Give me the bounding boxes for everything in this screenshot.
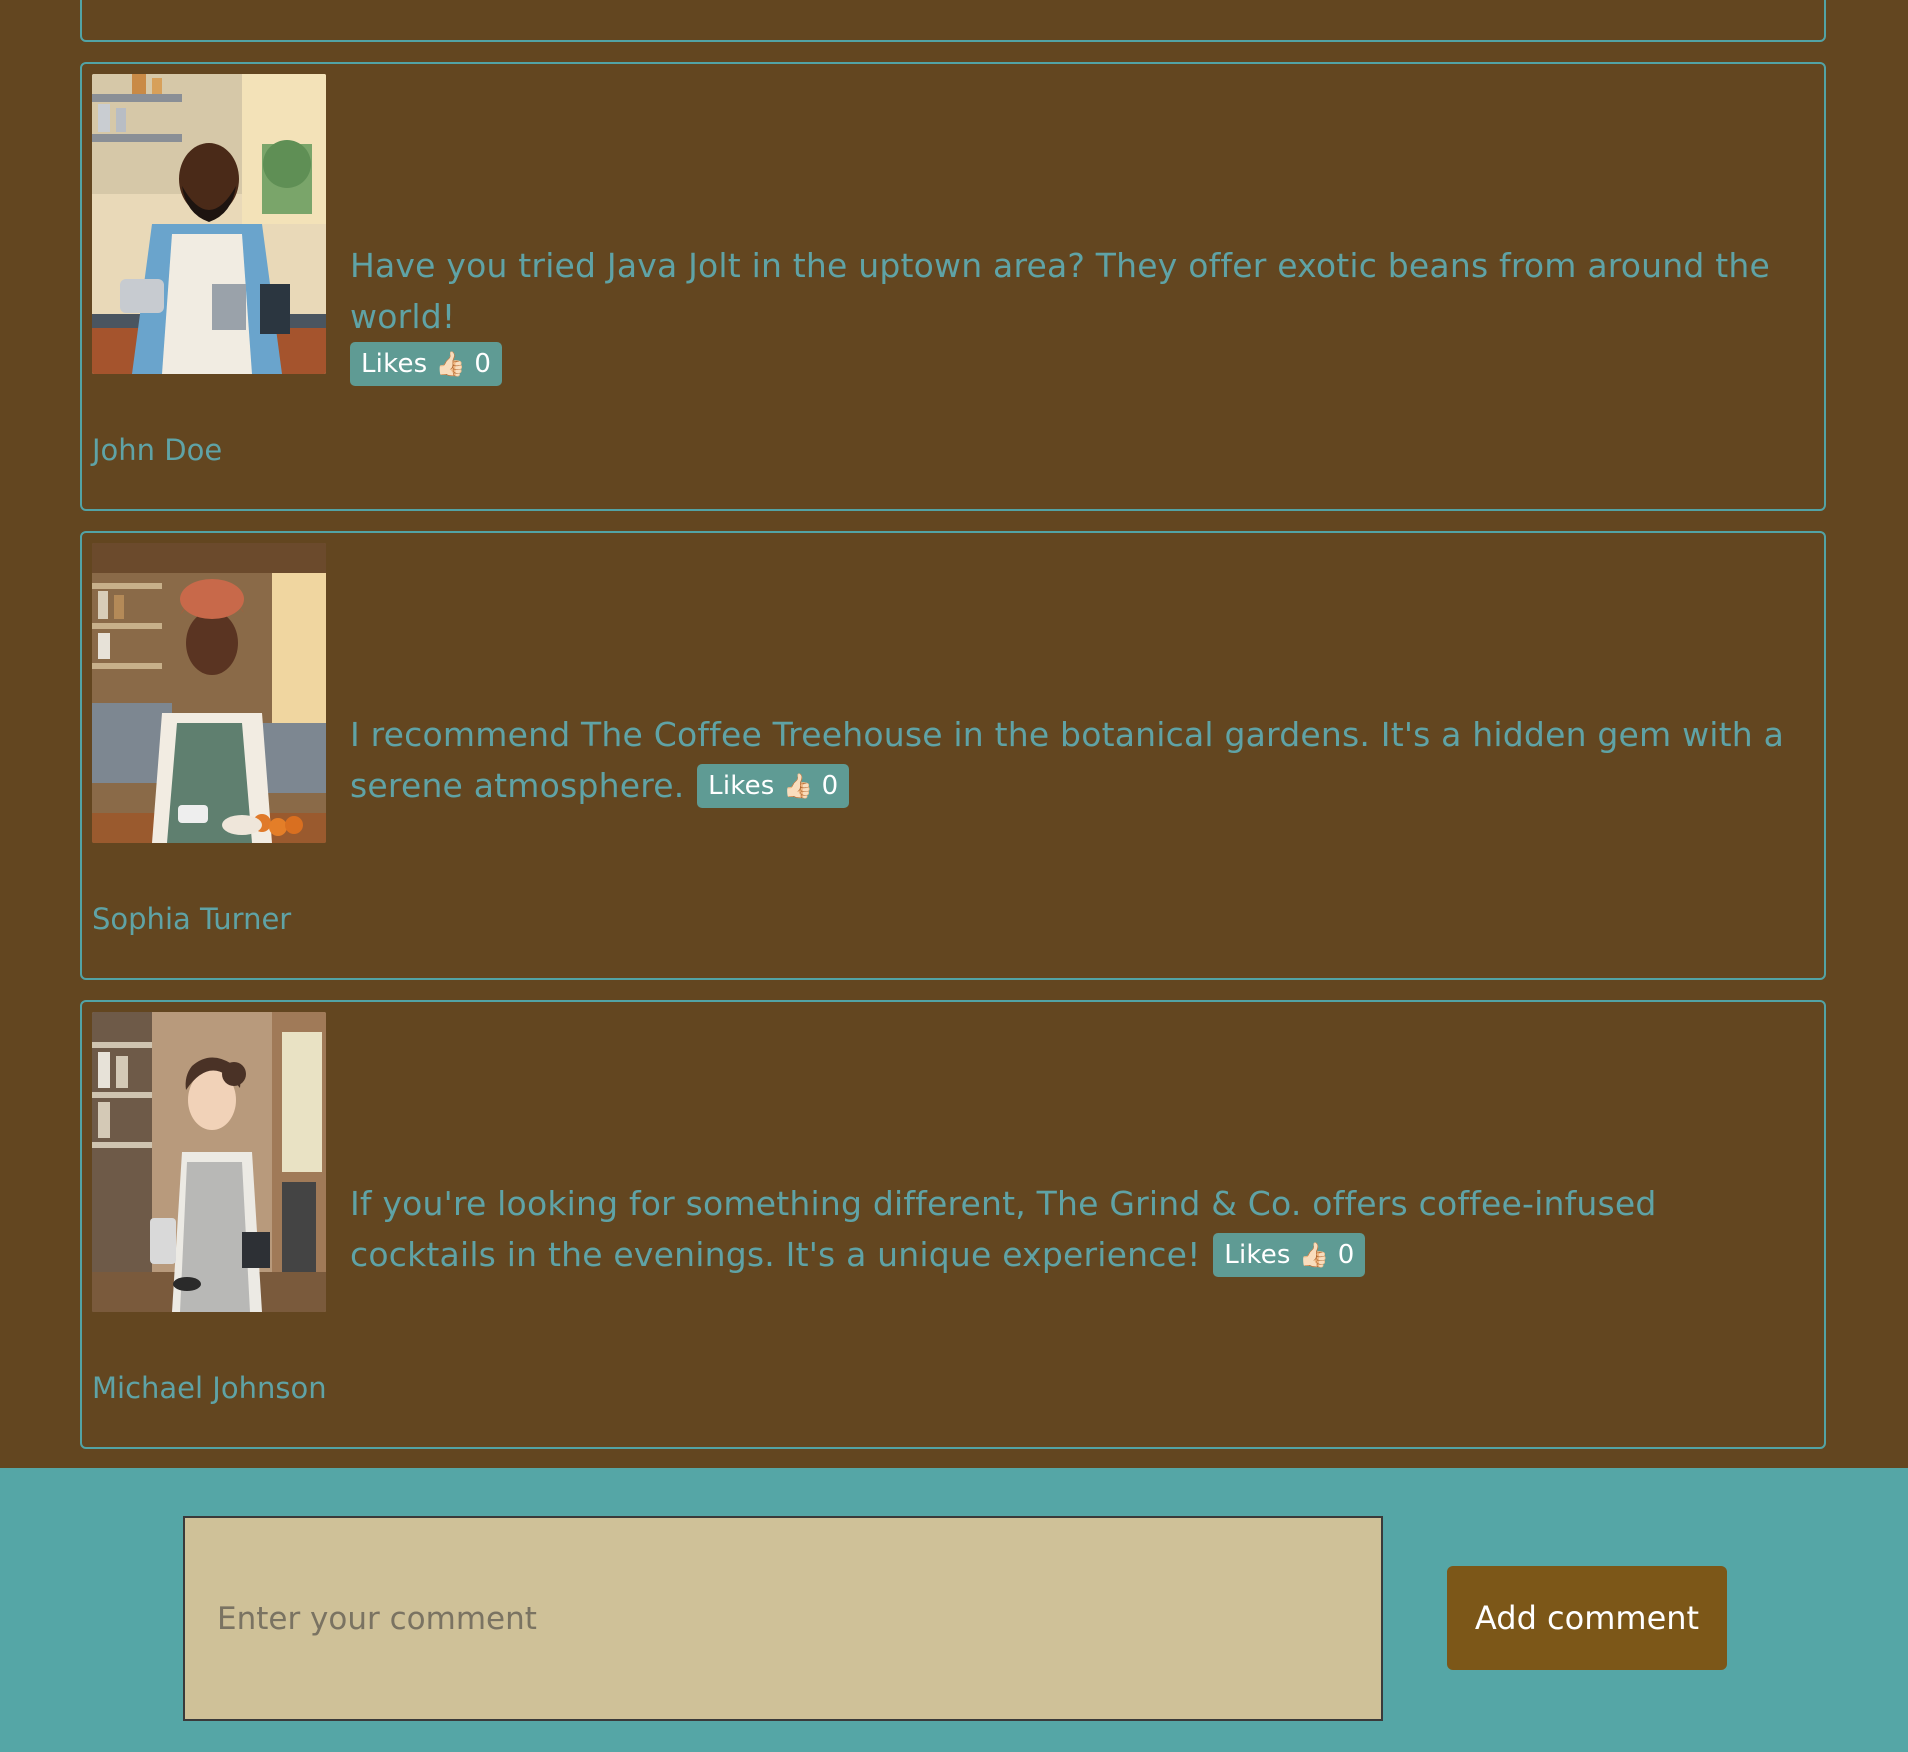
comments-page: Have you tried Java Jolt in the uptown a… [0,0,1908,1752]
likes-label: Likes [708,770,775,801]
comment-author: Michael Johnson [92,1371,327,1405]
barista-woman-headwrap-portrait-image [92,543,326,843]
comment-author: Sophia Turner [92,902,292,936]
likes-button[interactable]: Likes 👍🏻 0 [697,763,850,808]
comment-card: Have you tried Java Jolt in the uptown a… [80,62,1826,511]
thumbs-up-icon: 👍🏻 [1299,1240,1330,1269]
barista-woman-apron-portrait-image [92,1012,326,1312]
add-comment-button[interactable]: Add comment [1447,1566,1727,1670]
avatar [92,74,326,374]
comment-card-partial [80,0,1826,42]
likes-button[interactable]: Likes 👍🏻 0 [1213,1232,1366,1277]
avatar [92,543,326,843]
comment-text: Have you tried Java Jolt in the uptown a… [350,246,1770,336]
likes-count: 0 [474,349,492,379]
thumbs-up-icon: 👍🏻 [783,771,814,800]
comment-card: If you're looking for something differen… [80,1000,1826,1449]
barista-man-portrait-image [92,74,326,374]
comment-card: I recommend The Coffee Treehouse in the … [80,531,1826,980]
avatar [92,1012,326,1312]
likes-count: 0 [1337,1239,1355,1270]
comment-body: I recommend The Coffee Treehouse in the … [350,709,1806,811]
likes-count: 0 [821,770,839,801]
comment-author: John Doe [92,433,223,467]
comment-body: If you're looking for something differen… [350,1178,1806,1280]
comment-input[interactable] [183,1516,1383,1721]
thumbs-up-icon: 👍🏻 [435,350,466,378]
likes-button[interactable]: Likes 👍🏻 0 [350,342,503,386]
comment-body: Have you tried Java Jolt in the uptown a… [350,240,1806,388]
likes-label: Likes [1224,1239,1291,1270]
comment-form: Add comment [0,1468,1908,1752]
likes-label: Likes [361,349,428,379]
comment-text: I recommend The Coffee Treehouse in the … [350,715,1784,805]
comment-text: If you're looking for something differen… [350,1184,1657,1274]
